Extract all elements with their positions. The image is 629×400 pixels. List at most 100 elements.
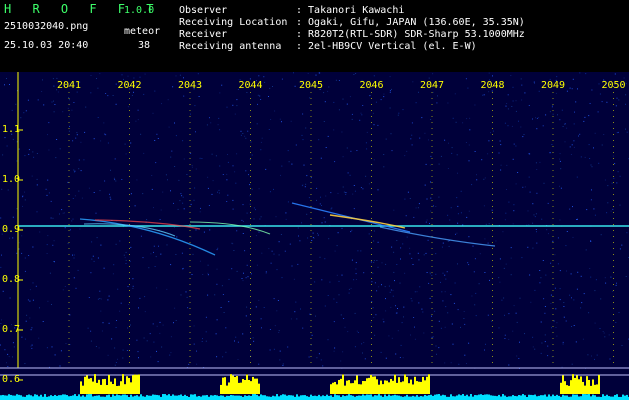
level-bar xyxy=(410,396,412,400)
noise-speck xyxy=(544,334,546,336)
level-bar xyxy=(106,395,108,400)
noise-speck xyxy=(279,118,281,120)
noise-speck xyxy=(390,306,392,308)
level-peak xyxy=(224,377,226,394)
level-bar xyxy=(624,395,626,400)
noise-speck xyxy=(383,154,385,155)
noise-speck xyxy=(341,227,343,229)
noise-speck xyxy=(430,197,432,199)
noise-speck xyxy=(353,279,355,281)
level-bar xyxy=(562,394,564,400)
noise-speck xyxy=(166,244,168,246)
noise-speck xyxy=(534,83,535,84)
level-bar xyxy=(368,394,370,400)
noise-speck xyxy=(31,175,33,177)
noise-speck xyxy=(132,287,134,289)
noise-speck xyxy=(542,125,544,127)
noise-speck xyxy=(447,214,449,216)
noise-speck xyxy=(527,246,529,248)
level-bar xyxy=(388,394,390,400)
noise-speck xyxy=(143,152,145,154)
level-peak xyxy=(588,379,590,394)
antenna-label: Receiving antenna xyxy=(179,41,282,52)
noise-speck xyxy=(92,255,94,257)
noise-speck xyxy=(59,213,60,215)
noise-speck xyxy=(538,117,540,119)
noise-speck xyxy=(431,315,432,317)
level-bar xyxy=(588,394,590,400)
level-bar xyxy=(380,395,382,400)
noise-speck xyxy=(73,169,75,171)
level-peak xyxy=(354,380,356,394)
level-bar xyxy=(108,394,110,400)
noise-speck xyxy=(257,103,258,105)
noise-speck xyxy=(581,302,583,304)
noise-speck xyxy=(320,359,322,361)
level-bar xyxy=(186,396,188,400)
noise-speck xyxy=(529,153,531,155)
noise-speck xyxy=(245,315,247,317)
level-bar xyxy=(312,395,314,400)
level-peak xyxy=(576,375,578,394)
spectrogram xyxy=(0,72,629,400)
noise-speck xyxy=(343,191,345,193)
noise-speck xyxy=(71,220,73,222)
noise-speck xyxy=(490,132,491,134)
noise-speck xyxy=(360,187,362,188)
noise-speck xyxy=(22,205,23,207)
noise-speck xyxy=(222,174,224,175)
noise-speck xyxy=(80,141,82,143)
noise-speck xyxy=(362,352,363,354)
noise-speck xyxy=(428,77,430,79)
noise-speck xyxy=(285,218,287,220)
noise-speck xyxy=(31,327,33,329)
noise-speck xyxy=(381,262,383,264)
noise-speck xyxy=(566,90,568,92)
noise-speck xyxy=(96,78,97,79)
noise-speck xyxy=(346,147,348,149)
level-bar xyxy=(222,395,224,400)
time-tick-label: 2045 xyxy=(299,80,324,91)
noise-speck xyxy=(572,78,574,80)
level-bar xyxy=(0,395,2,400)
level-bar xyxy=(152,394,154,400)
noise-speck xyxy=(604,336,606,338)
noise-speck xyxy=(144,311,146,313)
noise-speck xyxy=(528,176,530,178)
noise-speck xyxy=(522,186,524,188)
noise-speck xyxy=(130,142,132,144)
level-bar xyxy=(140,394,142,400)
noise-speck xyxy=(12,216,14,218)
noise-speck xyxy=(143,93,145,95)
level-bar xyxy=(432,395,434,400)
noise-speck xyxy=(187,307,189,309)
noise-speck xyxy=(579,72,581,74)
level-peak xyxy=(334,381,336,394)
noise-speck xyxy=(601,101,603,103)
noise-speck xyxy=(279,359,281,361)
noise-speck xyxy=(53,111,55,113)
noise-speck xyxy=(423,254,425,256)
noise-speck xyxy=(481,159,483,161)
noise-speck xyxy=(549,111,551,113)
level-bar xyxy=(82,395,84,400)
level-bar xyxy=(494,395,496,400)
noise-speck xyxy=(472,245,474,247)
noise-speck xyxy=(373,124,375,126)
noise-speck xyxy=(52,244,54,246)
level-bar xyxy=(212,395,214,400)
noise-speck xyxy=(559,219,561,221)
noise-speck xyxy=(69,125,70,127)
noise-speck xyxy=(468,160,470,162)
noise-speck xyxy=(221,84,223,86)
noise-speck xyxy=(430,210,432,212)
level-peak xyxy=(386,380,388,394)
time-axis: kHz xyxy=(0,56,629,86)
noise-speck xyxy=(469,129,471,131)
noise-speck xyxy=(78,159,80,161)
level-peak xyxy=(336,384,338,394)
level-bar xyxy=(464,395,466,400)
noise-speck xyxy=(569,208,571,210)
noise-speck xyxy=(345,192,347,194)
level-peak xyxy=(594,384,596,394)
